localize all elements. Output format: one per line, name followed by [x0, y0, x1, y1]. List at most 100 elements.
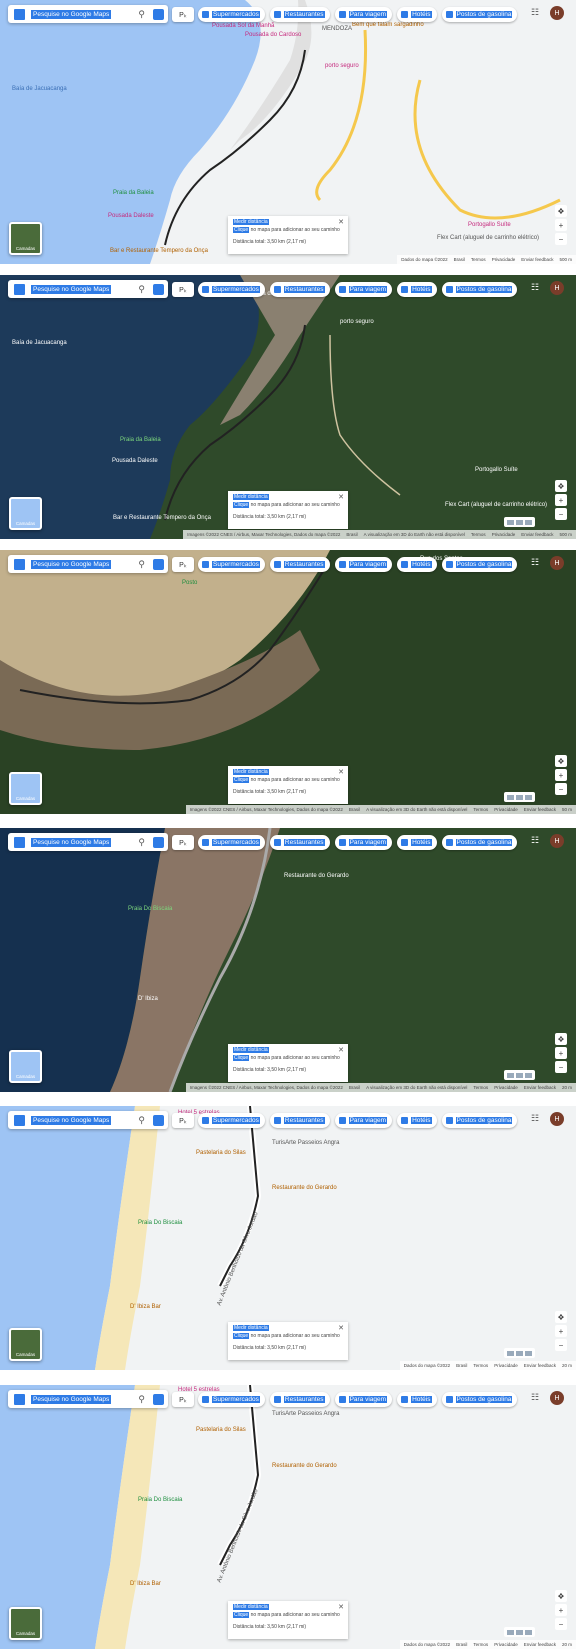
chip-postos[interactable]: Postos de gasolina — [441, 1392, 518, 1407]
feedback-link[interactable]: Enviar feedback — [524, 1363, 556, 1368]
photo-icon[interactable] — [516, 519, 523, 525]
globe-icon[interactable] — [507, 519, 514, 525]
chip-supermercados[interactable]: Supermercados — [198, 835, 265, 850]
privacy-link[interactable]: Privacidade — [494, 1363, 518, 1368]
close-icon[interactable]: ✕ — [338, 1324, 344, 1332]
zoom-out-button[interactable]: − — [555, 1339, 567, 1351]
zoom-out-button[interactable]: − — [555, 508, 567, 520]
zoom-out-button[interactable]: − — [555, 783, 567, 795]
chip-restaurantes[interactable]: Restaurantes — [269, 835, 330, 850]
chip-supermercados[interactable]: Supermercados — [198, 1392, 265, 1407]
search-box[interactable]: Pesquise no Google Maps ⚲ — [8, 833, 168, 851]
menu-icon[interactable] — [14, 8, 25, 20]
px-button[interactable]: Pₖ — [172, 1392, 194, 1407]
map-frame-5[interactable]: Hotel 5 estrelas Pastelaria do Silas Tur… — [0, 1106, 576, 1370]
menu-icon[interactable] — [14, 283, 25, 295]
chip-restaurantes[interactable]: Restaurantes — [269, 7, 330, 22]
tilt-icon[interactable] — [525, 1072, 532, 1078]
scale-label[interactable]: 500 m — [559, 257, 572, 262]
avatar[interactable]: H — [550, 1391, 564, 1405]
search-input[interactable]: Pesquise no Google Maps — [31, 559, 112, 569]
chip-postos[interactable]: Postos de gasolina — [441, 1113, 518, 1128]
country-link[interactable]: Brasil — [349, 1085, 360, 1090]
search-icon[interactable]: ⚲ — [138, 9, 145, 20]
view-tools[interactable] — [504, 1348, 535, 1358]
country-link[interactable]: Brasil — [456, 1642, 467, 1647]
menu-icon[interactable] — [14, 836, 25, 848]
menu-icon[interactable] — [14, 558, 25, 570]
scale-label[interactable]: 20 m — [562, 1363, 572, 1368]
chip-supermercados[interactable]: Supermercados — [198, 1113, 265, 1128]
country-link[interactable]: Brasil — [456, 1363, 467, 1368]
search-input[interactable]: Pesquise no Google Maps — [31, 284, 112, 294]
view-tools[interactable] — [504, 792, 535, 802]
chip-para-viagem[interactable]: Para viagem — [334, 282, 393, 297]
scale-label[interactable]: 20 m — [562, 1642, 572, 1647]
chip-postos[interactable]: Postos de gasolina — [441, 835, 518, 850]
chip-para-viagem[interactable]: Para viagem — [334, 1113, 393, 1128]
map-frame-3[interactable]: Posto Rua dos Santos Pesquise no Google … — [0, 550, 576, 814]
compass-icon[interactable]: ❖ — [555, 1311, 567, 1323]
chip-postos[interactable]: Postos de gasolina — [441, 557, 518, 572]
chip-hoteis[interactable]: Hotéis — [397, 835, 437, 850]
search-icon[interactable]: ⚲ — [138, 837, 145, 848]
map-frame-6[interactable]: Hotel 5 estrelas Pastelaria do Silas Tur… — [0, 1385, 576, 1649]
map-frame-1[interactable]: Baía de Jacuacanga Pousada Sol da Manhã … — [0, 0, 576, 264]
close-icon[interactable]: ✕ — [338, 1603, 344, 1611]
view-tools[interactable] — [504, 1070, 535, 1080]
photo-icon[interactable] — [516, 1350, 523, 1356]
search-input[interactable]: Pesquise no Google Maps — [31, 1394, 112, 1404]
privacy-link[interactable]: Privacidade — [494, 807, 518, 812]
close-icon[interactable]: ✕ — [338, 1046, 344, 1054]
globe-icon[interactable] — [507, 794, 514, 800]
zoom-in-button[interactable]: + — [555, 769, 567, 781]
menu-icon[interactable] — [14, 1393, 25, 1405]
search-box[interactable]: Pesquise no Google Maps ⚲ — [8, 5, 168, 23]
chip-supermercados[interactable]: Supermercados — [198, 7, 265, 22]
chip-para-viagem[interactable]: Para viagem — [334, 7, 393, 22]
px-button[interactable]: Pₖ — [172, 7, 194, 22]
privacy-link[interactable]: Privacidade — [494, 1642, 518, 1647]
px-button[interactable]: Pₖ — [172, 835, 194, 850]
terms-link[interactable]: Termos — [471, 532, 486, 537]
avatar[interactable]: H — [550, 1112, 564, 1126]
scale-label[interactable]: 500 m — [559, 532, 572, 537]
chip-para-viagem[interactable]: Para viagem — [334, 835, 393, 850]
compass-icon[interactable]: ❖ — [555, 755, 567, 767]
directions-icon[interactable] — [153, 1393, 164, 1405]
zoom-out-button[interactable]: − — [555, 1618, 567, 1630]
compass-icon[interactable]: ❖ — [555, 205, 567, 217]
photo-icon[interactable] — [516, 794, 523, 800]
search-input[interactable]: Pesquise no Google Maps — [31, 9, 112, 19]
tilt-icon[interactable] — [525, 1629, 532, 1635]
chip-hoteis[interactable]: Hotéis — [397, 282, 437, 297]
view-tools[interactable] — [504, 517, 535, 527]
terms-link[interactable]: Termos — [471, 257, 486, 262]
photo-icon[interactable] — [516, 1072, 523, 1078]
globe-icon[interactable] — [507, 1350, 514, 1356]
chip-hoteis[interactable]: Hotéis — [397, 1113, 437, 1128]
chip-restaurantes[interactable]: Restaurantes — [269, 1392, 330, 1407]
terms-link[interactable]: Termos — [473, 807, 488, 812]
tilt-icon[interactable] — [525, 519, 532, 525]
layers-button[interactable]: Camadas — [9, 222, 42, 255]
feedback-link[interactable]: Enviar feedback — [524, 1085, 556, 1090]
directions-icon[interactable] — [153, 836, 164, 848]
menu-icon[interactable] — [14, 1114, 25, 1126]
directions-icon[interactable] — [153, 1114, 164, 1126]
privacy-link[interactable]: Privacidade — [492, 532, 516, 537]
feedback-link[interactable]: Enviar feedback — [524, 807, 556, 812]
apps-grid-icon[interactable]: ☷ — [531, 1392, 539, 1403]
feedback-link[interactable]: Enviar feedback — [521, 257, 553, 262]
tilt-icon[interactable] — [525, 794, 532, 800]
search-input[interactable]: Pesquise no Google Maps — [31, 837, 112, 847]
terms-link[interactable]: Termos — [473, 1363, 488, 1368]
chip-restaurantes[interactable]: Restaurantes — [269, 282, 330, 297]
zoom-in-button[interactable]: + — [555, 1604, 567, 1616]
globe-icon[interactable] — [507, 1072, 514, 1078]
chip-para-viagem[interactable]: Para viagem — [334, 557, 393, 572]
search-icon[interactable]: ⚲ — [138, 1115, 145, 1126]
compass-icon[interactable]: ❖ — [555, 480, 567, 492]
avatar[interactable]: H — [550, 6, 564, 20]
avatar[interactable]: H — [550, 556, 564, 570]
